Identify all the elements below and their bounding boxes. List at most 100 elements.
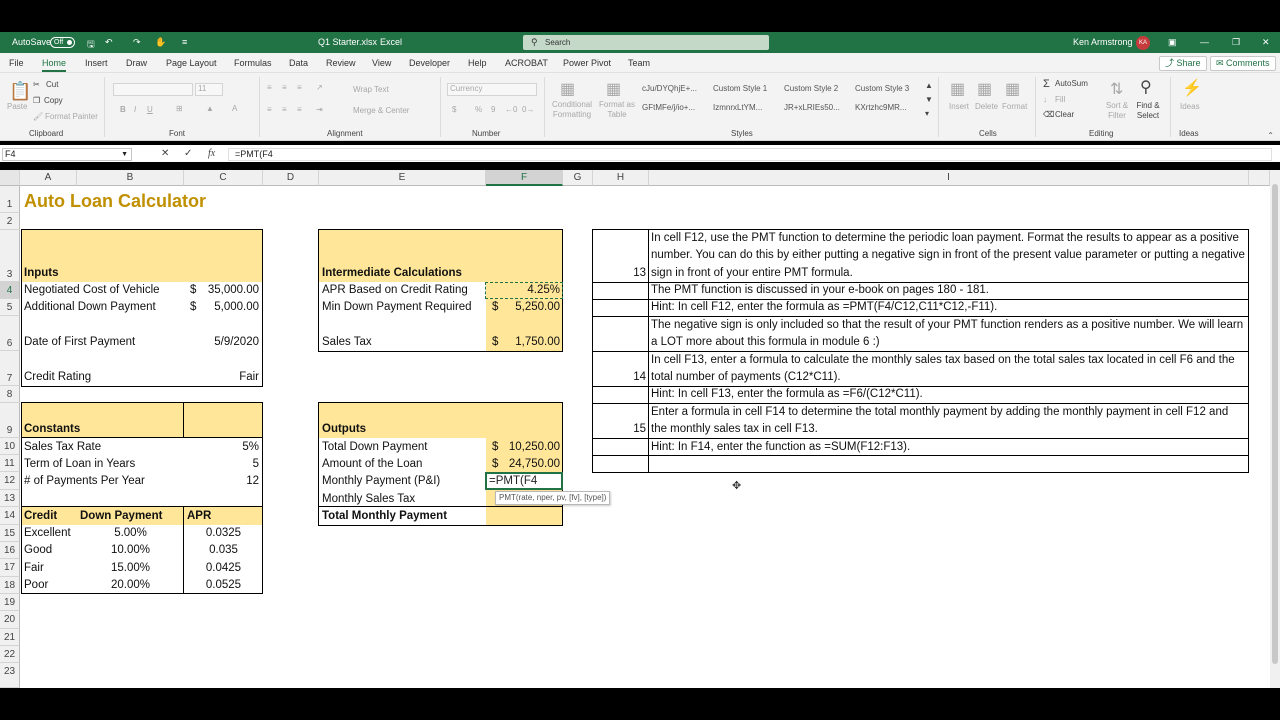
column-header-e[interactable]: E <box>319 170 486 186</box>
row-header-8[interactable]: 8 <box>0 386 20 403</box>
bold-button[interactable]: B <box>120 105 126 114</box>
underline-button[interactable]: U <box>147 105 153 114</box>
row-header-21[interactable]: 21 <box>0 629 20 646</box>
confirm-entry-icon[interactable]: ✓ <box>184 148 192 159</box>
autosave-toggle[interactable]: Off <box>50 37 75 48</box>
column-header-f[interactable]: F <box>486 170 563 186</box>
row-header-20[interactable]: 20 <box>0 611 20 629</box>
row-header-2[interactable]: 2 <box>0 213 20 230</box>
align-right-icon[interactable]: ≡ <box>297 105 302 114</box>
loan-amount-value[interactable]: 24,750.00 <box>486 457 562 472</box>
autosum-icon[interactable]: Σ <box>1043 78 1050 90</box>
cell-style-8[interactable]: KXrtzhc9MR... <box>855 103 923 112</box>
fill-button[interactable]: Fill <box>1055 95 1065 104</box>
payments-per-year-value[interactable]: 12 <box>184 474 261 489</box>
monthly-payment-editing[interactable]: =PMT(F4 <box>487 474 539 489</box>
fill-icon[interactable]: ↓ <box>1043 95 1047 104</box>
sort-filter-icon[interactable]: ⇅ <box>1110 79 1123 99</box>
vertical-scrollbar[interactable] <box>1270 170 1280 688</box>
row-header-3[interactable]: 3 <box>0 230 20 282</box>
italic-button[interactable]: I <box>134 105 136 114</box>
worksheet-grid[interactable]: A B C D E F G H I 1 2 3 4 5 6 7 8 9 10 1… <box>0 170 1270 688</box>
tax-rate-value[interactable]: 5% <box>184 440 261 455</box>
tab-developer[interactable]: Developer <box>409 58 450 68</box>
row-header-6[interactable]: 6 <box>0 316 20 351</box>
insert-function-icon[interactable]: fx <box>208 148 215 159</box>
avatar[interactable]: KA <box>1136 36 1150 50</box>
column-header-b[interactable]: B <box>77 170 184 186</box>
table-row-apr[interactable]: 0.0425 <box>184 561 263 576</box>
delete-cells-icon[interactable]: ▦ <box>977 79 992 99</box>
column-header-i[interactable]: I <box>649 170 1249 186</box>
column-header-j[interactable] <box>1249 170 1270 186</box>
row-header-5[interactable]: 5 <box>0 299 20 316</box>
paste-button[interactable]: Paste <box>7 102 27 111</box>
conditional-formatting-icon[interactable]: ▦ <box>560 79 575 99</box>
collapse-ribbon-icon[interactable]: ⌃ <box>1267 131 1274 140</box>
copy-button[interactable]: Copy <box>44 96 63 105</box>
clear-icon[interactable]: ⌫ <box>1043 110 1054 119</box>
down-payment-value[interactable]: 5,000.00 <box>184 300 261 315</box>
row-header-7[interactable]: 7 <box>0 351 20 386</box>
format-as-table-button[interactable]: Format as Table <box>597 100 637 120</box>
autosum-button[interactable]: AutoSum <box>1055 79 1088 88</box>
tab-help[interactable]: Help <box>468 58 487 68</box>
scrollbar-thumb[interactable] <box>1272 184 1278 664</box>
table-row-apr[interactable]: 0.0525 <box>184 578 263 593</box>
customize-toolbar-icon[interactable]: ≡ <box>182 37 187 47</box>
row-header-9[interactable]: 9 <box>0 403 20 438</box>
decrease-decimal-icon[interactable]: 0→ <box>522 105 534 114</box>
font-name-select[interactable] <box>113 83 193 96</box>
search-box[interactable]: ⚲ Search <box>523 35 769 50</box>
cell-style-2[interactable]: Custom Style 1 <box>713 84 781 93</box>
table-row-credit[interactable]: Good <box>22 543 54 558</box>
delete-cells-button[interactable]: Delete <box>975 102 998 111</box>
row-header-11[interactable]: 11 <box>0 455 20 472</box>
indent-icon[interactable]: ⇥ <box>316 105 323 114</box>
align-left-icon[interactable]: ≡ <box>267 105 272 114</box>
cell-style-3[interactable]: Custom Style 2 <box>784 84 852 93</box>
format-as-table-icon[interactable]: ▦ <box>606 79 621 99</box>
align-bottom-icon[interactable]: ≡ <box>297 83 302 92</box>
min-down-value[interactable]: 5,250.00 <box>486 300 562 315</box>
cell-style-7[interactable]: JR+xLRIEs50... <box>784 103 852 112</box>
font-size-select[interactable]: 11 <box>195 83 223 96</box>
fill-color-icon[interactable]: ▲ <box>206 104 214 113</box>
name-box[interactable]: F4 ▼ <box>2 148 132 161</box>
tab-file[interactable]: File <box>9 58 24 68</box>
close-icon[interactable]: ✕ <box>1262 37 1270 48</box>
table-row-down[interactable]: 20.00% <box>77 578 184 593</box>
align-top-icon[interactable]: ≡ <box>267 83 272 92</box>
formula-input[interactable]: =PMT(F4 <box>228 148 1272 161</box>
format-painter-icon[interactable]: 🖌 <box>33 112 43 121</box>
table-row-apr[interactable]: 0.0325 <box>184 526 263 541</box>
cell-style-5[interactable]: GFtMFe/j/io+... <box>642 103 710 112</box>
restore-icon[interactable]: ❐ <box>1232 37 1240 48</box>
column-header-g[interactable]: G <box>563 170 593 186</box>
row-header-22[interactable]: 22 <box>0 646 20 663</box>
comma-style-button[interactable]: 9 <box>491 105 495 114</box>
touch-mode-icon[interactable]: ✋ <box>155 37 166 48</box>
table-row-down[interactable]: 10.00% <box>77 543 184 558</box>
increase-decimal-icon[interactable]: ←0 <box>505 105 517 114</box>
tab-home[interactable]: Home <box>42 58 67 72</box>
row-header-1[interactable]: 1 <box>0 186 20 213</box>
column-header-d[interactable]: D <box>263 170 319 186</box>
loan-term-value[interactable]: 5 <box>184 457 261 472</box>
tab-insert[interactable]: Insert <box>85 58 108 68</box>
minimize-icon[interactable]: — <box>1200 37 1209 47</box>
row-header-10[interactable]: 10 <box>0 438 20 455</box>
find-select-button[interactable]: Find & Select <box>1133 101 1163 121</box>
find-select-icon[interactable]: ⚲ <box>1140 77 1152 97</box>
table-row-down[interactable]: 15.00% <box>77 561 184 576</box>
tab-review[interactable]: Review <box>326 58 356 68</box>
row-header-12[interactable]: 12 <box>0 472 20 490</box>
cut-icon[interactable]: ✂ <box>33 80 40 89</box>
user-name[interactable]: Ken Armstrong <box>1073 37 1133 47</box>
cut-button[interactable]: Cut <box>46 80 58 89</box>
cell-style-1[interactable]: cJu/DYQhjE+... <box>642 84 710 93</box>
row-header-16[interactable]: 16 <box>0 542 20 559</box>
cost-value[interactable]: 35,000.00 <box>184 283 261 298</box>
row-header-14[interactable]: 14 <box>0 507 20 525</box>
conditional-formatting-button[interactable]: Conditional Formatting <box>549 100 595 120</box>
